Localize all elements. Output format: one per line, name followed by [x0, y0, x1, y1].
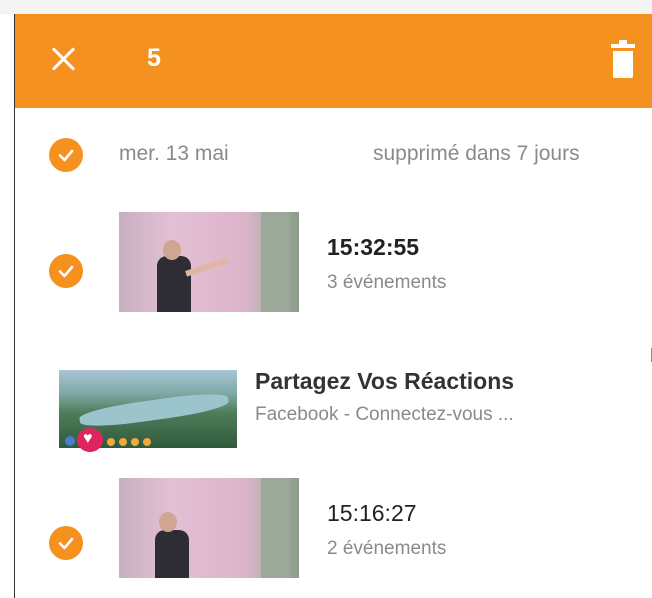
reaction-dots [107, 438, 151, 446]
ad-title[interactable]: Partagez Vos Réactions [255, 368, 514, 395]
heart-icon [77, 428, 103, 452]
event-count: 2 événements [327, 538, 447, 559]
selected-count: 5 [147, 44, 161, 72]
app-screen: 5 mer. 13 mai supprimé dans 7 jours 15:3… [14, 14, 652, 598]
event-time: 15:32:55 [327, 234, 420, 260]
event-count: 3 événements [327, 272, 447, 293]
event-thumbnail[interactable] [119, 212, 299, 312]
ad-subtitle: Facebook - Connectez-vous ... [255, 404, 514, 425]
deletion-note: supprimé dans 7 jours [373, 142, 580, 165]
event-thumbnail[interactable] [119, 478, 299, 578]
event-time: 15:16:27 [327, 500, 417, 526]
group-check-icon[interactable] [49, 138, 83, 172]
like-icon [65, 436, 75, 446]
top-edge [0, 0, 652, 14]
item-check-icon[interactable] [49, 526, 83, 560]
trash-icon[interactable] [611, 40, 635, 78]
close-icon[interactable] [43, 40, 83, 80]
selection-toolbar: 5 [15, 14, 652, 108]
item-check-icon[interactable] [49, 254, 83, 288]
group-date: mer. 13 mai [119, 142, 229, 165]
